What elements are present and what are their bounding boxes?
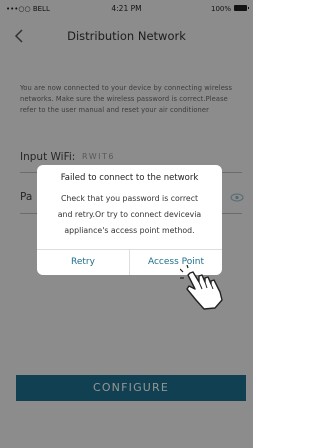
- dialog-message: Check that you password is correct and r…: [57, 194, 202, 235]
- retry-button[interactable]: Retry: [37, 251, 129, 273]
- error-dialog: Failed to connect to the network Check t…: [37, 165, 222, 275]
- pointing-hand-icon: [180, 265, 223, 310]
- dialog-title: Failed to connect to the network: [60, 173, 199, 183]
- phone-screen: •••○○ BELL 4:21 PM 100% Distribution Net…: [0, 0, 253, 448]
